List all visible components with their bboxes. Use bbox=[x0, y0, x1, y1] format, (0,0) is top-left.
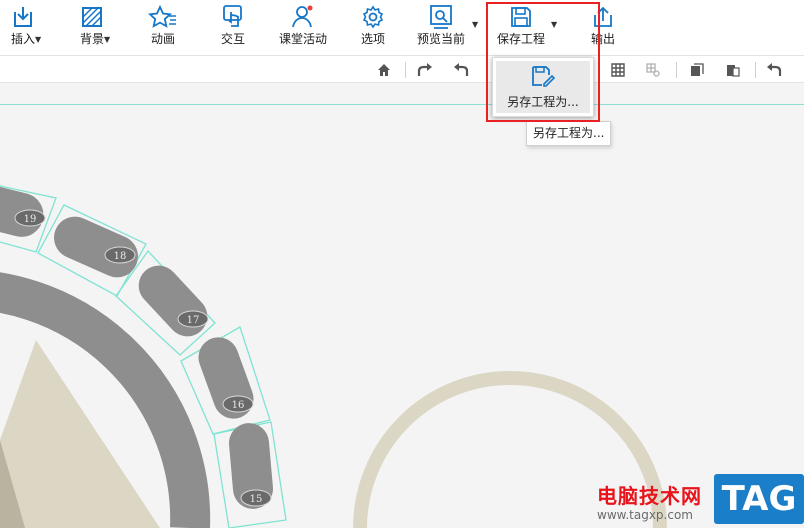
undo-icon[interactable] bbox=[452, 61, 470, 79]
home-icon[interactable] bbox=[375, 61, 393, 79]
export-icon bbox=[585, 2, 621, 32]
save-as-tooltip: 另存工程为... bbox=[526, 121, 612, 146]
segment-number: 15 bbox=[250, 494, 263, 505]
segment-number: 17 bbox=[187, 315, 200, 326]
animation-label: 动画 bbox=[150, 32, 175, 46]
copy-icon[interactable] bbox=[688, 61, 706, 79]
interaction-button[interactable]: 交互 bbox=[216, 2, 250, 52]
paste-icon[interactable] bbox=[724, 61, 742, 79]
animation-button[interactable]: 动画 bbox=[146, 2, 180, 52]
gear-icon bbox=[356, 2, 390, 32]
preview-button[interactable]: 预览当前 bbox=[413, 2, 469, 52]
grid-settings-icon bbox=[644, 61, 662, 79]
preview-dropdown-arrow[interactable]: ▼ bbox=[472, 20, 478, 29]
export-label: 输出 bbox=[590, 32, 615, 46]
back-icon[interactable] bbox=[765, 61, 783, 79]
class-activity-icon bbox=[275, 2, 331, 32]
canvas-artwork: 19 18 17 16 15 bbox=[0, 183, 667, 528]
animation-icon bbox=[146, 2, 180, 32]
save-as-label: 另存工程为... bbox=[507, 95, 579, 109]
watermark-url: www.tagxp.com bbox=[597, 508, 693, 522]
save-as-icon bbox=[496, 61, 590, 93]
save-project-label: 保存工程 bbox=[496, 32, 545, 46]
preview-icon bbox=[413, 2, 469, 32]
segment-number: 18 bbox=[114, 251, 127, 262]
segment-number: 16 bbox=[232, 400, 245, 411]
options-button[interactable]: 选项 bbox=[356, 2, 390, 52]
save-icon bbox=[493, 2, 549, 32]
redo-icon[interactable] bbox=[416, 61, 434, 79]
preview-label: 预览当前 bbox=[416, 32, 465, 46]
options-label: 选项 bbox=[360, 32, 385, 46]
save-as-menu-item[interactable]: 另存工程为... bbox=[496, 61, 590, 113]
background-dropdown-arrow[interactable]: ▼ bbox=[104, 35, 110, 44]
insert-dropdown-arrow[interactable]: ▼ bbox=[35, 35, 41, 44]
save-dropdown-menu: 另存工程为... bbox=[492, 57, 594, 117]
main-toolbar: 插入 ▼ 背景 ▼ 动画 交互 课堂活动 选项 预览当前 ▼ 保存工程 ▼ 输出 bbox=[0, 0, 804, 55]
save-project-button[interactable]: 保存工程 bbox=[493, 2, 549, 52]
watermark-text: 电脑技术网 bbox=[597, 484, 702, 508]
insert-icon bbox=[6, 2, 40, 32]
background-icon bbox=[75, 2, 109, 32]
export-button[interactable]: 输出 bbox=[585, 2, 621, 52]
toolbar-divider bbox=[405, 62, 406, 78]
watermark-tag-logo: TAG bbox=[714, 474, 804, 524]
grid-icon[interactable] bbox=[609, 61, 627, 79]
toolbar-divider bbox=[755, 62, 756, 78]
segment-pill bbox=[138, 265, 208, 337]
segment-number: 19 bbox=[24, 214, 37, 225]
background-button[interactable]: 背景 bbox=[75, 2, 109, 52]
editor-canvas[interactable]: 19 18 17 16 15 bbox=[0, 83, 804, 528]
interaction-label: 交互 bbox=[220, 32, 245, 46]
toolbar-divider bbox=[676, 62, 677, 78]
class-activity-label: 课堂活动 bbox=[278, 32, 327, 46]
secondary-toolbar bbox=[0, 55, 804, 83]
save-dropdown-arrow[interactable]: ▼ bbox=[551, 20, 557, 29]
class-activity-button[interactable]: 课堂活动 bbox=[275, 2, 331, 52]
interaction-icon bbox=[216, 2, 250, 32]
insert-button[interactable]: 插入 bbox=[6, 2, 40, 52]
